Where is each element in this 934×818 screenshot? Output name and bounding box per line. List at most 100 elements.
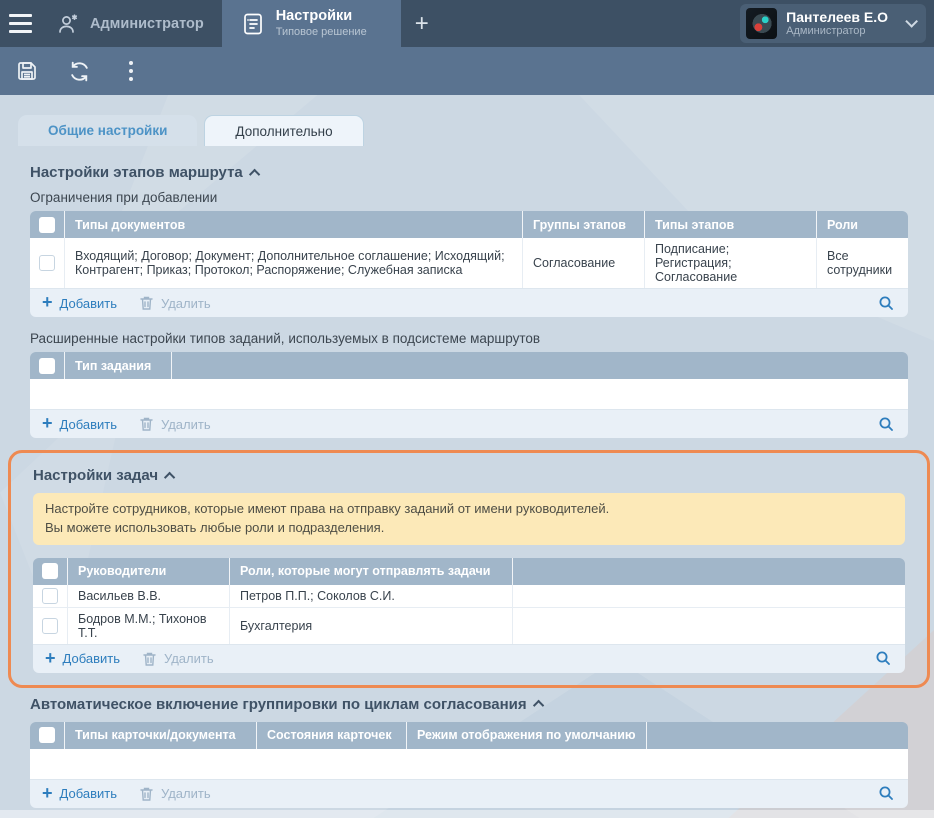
table-row[interactable]: Васильев В.В. Петров П.П.; Соколов С.И. <box>33 585 905 607</box>
column-header[interactable]: Типы документов <box>65 211 523 238</box>
search-button[interactable] <box>873 649 893 669</box>
delete-button[interactable]: Удалить <box>139 416 211 432</box>
row-checkbox[interactable] <box>42 588 58 604</box>
plus-icon: + <box>45 649 56 667</box>
empty-table-body[interactable] <box>30 749 908 779</box>
save-floppy-icon <box>15 59 39 83</box>
select-all-checkbox[interactable] <box>39 727 55 743</box>
column-header-empty <box>513 558 905 585</box>
section-grouping-header[interactable]: Автоматическое включение группировки по … <box>30 696 908 713</box>
task-types-table: Тип задания + Добавить Удалить <box>30 352 908 438</box>
cell-stage-types: Подписание; Регистрация; Согласование <box>645 238 817 288</box>
add-button[interactable]: + Добавить <box>42 294 117 312</box>
search-icon <box>878 416 895 433</box>
cell-stage-groups: Согласование <box>523 238 645 288</box>
select-all-checkbox[interactable] <box>39 217 55 233</box>
top-tab-bar: Администратор Настройки Типовое решение … <box>0 0 934 47</box>
column-header[interactable]: Группы этапов <box>523 211 645 238</box>
column-header[interactable]: Тип задания <box>65 352 172 379</box>
tab-administrator-label: Администратор <box>90 16 204 32</box>
search-button[interactable] <box>876 414 896 434</box>
plus-icon: + <box>42 784 53 802</box>
plus-icon: + <box>42 414 53 432</box>
add-button[interactable]: + Добавить <box>45 650 120 668</box>
delete-button[interactable]: Удалить <box>139 295 211 311</box>
user-name: Пантелеев Е.О <box>786 9 888 26</box>
new-tab-button[interactable]: + <box>401 0 443 47</box>
user-admin-icon <box>56 12 80 36</box>
cell-sender-roles: Петров П.П.; Соколов С.И. <box>230 585 513 607</box>
plus-icon: + <box>415 10 429 38</box>
column-header[interactable]: Типы этапов <box>645 211 817 238</box>
grouping-table: Типы карточки/документа Состояния карточ… <box>30 722 908 808</box>
task-senders-table: Руководители Роли, которые могут отправл… <box>33 558 905 673</box>
add-button[interactable]: + Добавить <box>42 415 117 433</box>
select-all-checkbox[interactable] <box>39 358 55 374</box>
trash-icon <box>142 651 157 667</box>
highlight-frame-tasks-section: Настройки задач Настройте сотрудников, к… <box>8 450 930 688</box>
search-button[interactable] <box>876 784 896 804</box>
column-header[interactable]: Режим отображения по умолчанию <box>407 722 647 749</box>
chevron-up-icon <box>533 700 544 711</box>
user-role: Администратор <box>786 25 888 38</box>
delete-button[interactable]: Удалить <box>139 786 211 802</box>
row-checkbox[interactable] <box>39 255 55 271</box>
settings-tabs: Общие настройки Дополнительно <box>18 115 908 146</box>
kebab-menu-icon <box>129 61 133 81</box>
tab-settings-subtitle: Типовое решение <box>276 26 367 39</box>
column-header[interactable]: Роли <box>817 211 908 238</box>
more-actions-button[interactable] <box>114 54 148 88</box>
plus-icon: + <box>42 293 53 311</box>
table-footer: + Добавить Удалить <box>30 779 908 808</box>
column-header-empty <box>172 352 908 379</box>
search-button[interactable] <box>876 293 896 313</box>
trash-icon <box>139 295 154 311</box>
row-checkbox[interactable] <box>42 618 58 634</box>
delete-button[interactable]: Удалить <box>142 651 214 667</box>
chevron-down-icon <box>905 15 918 28</box>
tab-settings-title: Настройки <box>276 8 367 25</box>
cell-empty <box>513 607 905 644</box>
table-footer: + Добавить Удалить <box>30 288 908 317</box>
empty-table-body[interactable] <box>30 379 908 409</box>
tasks-notice-banner: Настройте сотрудников, которые имеют пра… <box>33 493 905 545</box>
user-avatar <box>746 8 777 39</box>
refresh-button[interactable] <box>62 54 96 88</box>
search-icon <box>875 650 892 667</box>
table-header-row: Тип задания <box>30 352 908 379</box>
column-header-empty <box>647 722 908 749</box>
section-tasks-header[interactable]: Настройки задач <box>33 467 905 484</box>
table-footer: + Добавить Удалить <box>33 644 905 673</box>
chevron-up-icon <box>249 168 260 179</box>
trash-icon <box>139 786 154 802</box>
tab-general-settings[interactable]: Общие настройки <box>18 115 197 146</box>
restrictions-table: Типы документов Группы этапов Типы этапо… <box>30 211 908 317</box>
table-row[interactable]: Бодров М.М.; Тихонов Т.Т. Бухгалтерия <box>33 607 905 644</box>
table-row[interactable]: Входящий; Договор; Документ; Дополнитель… <box>30 238 908 288</box>
cell-sender-roles: Бухгалтерия <box>230 607 513 644</box>
extended-settings-label: Расширенные настройки типов заданий, исп… <box>30 331 908 346</box>
bottom-edge-highlight <box>0 810 934 818</box>
hamburger-menu-button[interactable] <box>0 0 48 47</box>
column-header[interactable]: Роли, которые могут отправлять задачи <box>230 558 513 585</box>
chevron-up-icon <box>164 471 175 482</box>
card-content: Общие настройки Дополнительно Настройки … <box>0 95 934 818</box>
table-footer: + Добавить Удалить <box>30 409 908 438</box>
column-header[interactable]: Руководители <box>68 558 230 585</box>
section-route-stages-header[interactable]: Настройки этапов маршрута <box>30 164 908 181</box>
tab-administrator[interactable]: Администратор <box>48 0 222 47</box>
tab-settings-active[interactable]: Настройки Типовое решение <box>222 0 401 47</box>
user-menu-chip[interactable]: Пантелеев Е.О Администратор <box>740 4 926 43</box>
table-header-row: Типы документов Группы этапов Типы этапо… <box>30 211 908 238</box>
restrictions-label: Ограничения при добавлении <box>30 190 908 205</box>
tab-additional-settings[interactable]: Дополнительно <box>204 115 363 146</box>
column-header[interactable]: Состояния карточек <box>257 722 407 749</box>
save-button[interactable] <box>10 54 44 88</box>
app-window: Администратор Настройки Типовое решение … <box>0 0 934 818</box>
notice-line-2: Вы можете использовать любые роли и подр… <box>45 519 893 538</box>
add-button[interactable]: + Добавить <box>42 785 117 803</box>
column-header[interactable]: Типы карточки/документа <box>65 722 257 749</box>
document-icon <box>240 11 266 37</box>
cell-document-types: Входящий; Договор; Документ; Дополнитель… <box>65 238 523 288</box>
select-all-checkbox[interactable] <box>42 563 58 579</box>
